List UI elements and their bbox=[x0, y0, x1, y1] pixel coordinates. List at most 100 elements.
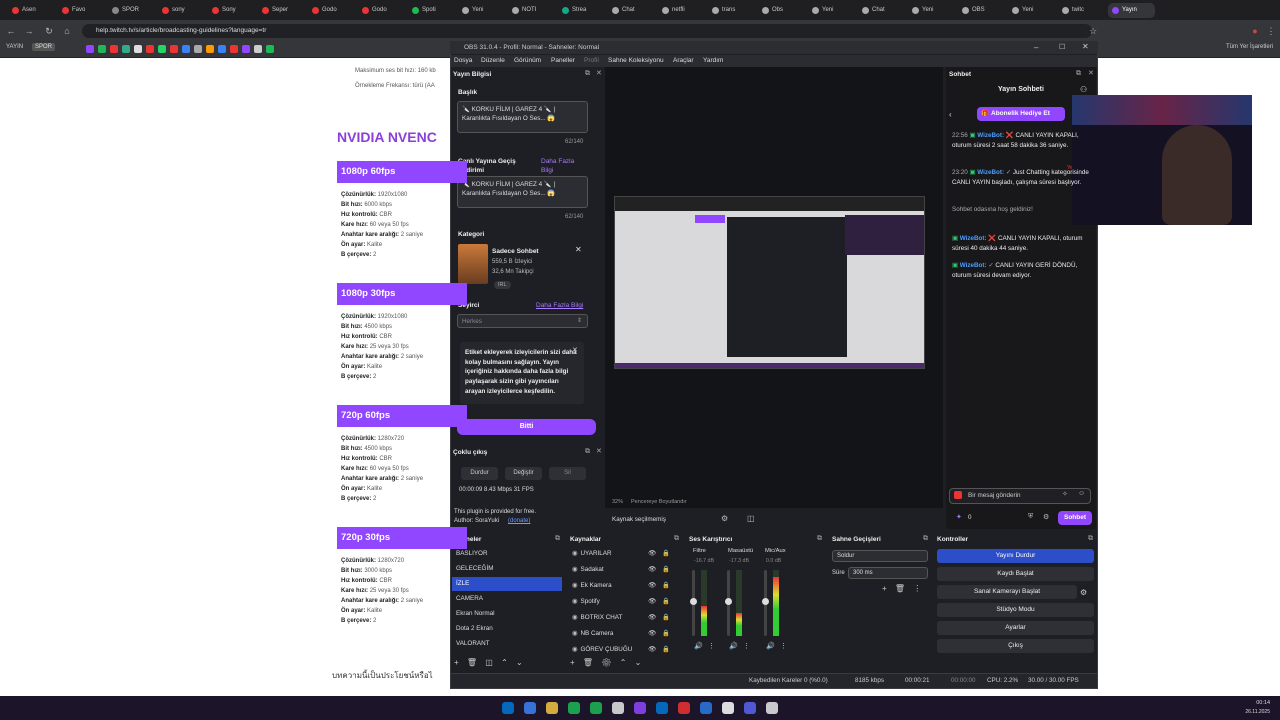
bookmark-icon[interactable] bbox=[182, 45, 190, 53]
browser-tab[interactable]: Chat bbox=[608, 3, 655, 18]
scene-item[interactable]: BASLIYOR bbox=[452, 547, 562, 561]
add-icon[interactable]: + bbox=[882, 584, 887, 593]
bookmark-icon[interactable] bbox=[230, 45, 238, 53]
scene-item[interactable]: CAMERA bbox=[452, 592, 562, 606]
dock-float-icon[interactable]: ⧉ bbox=[817, 535, 823, 542]
browser-tab[interactable]: Godo bbox=[308, 3, 355, 18]
audience-more-info-link[interactable]: Daha Fazla Bilgi bbox=[536, 302, 583, 309]
trash-icon[interactable]: 🗑 bbox=[583, 658, 593, 667]
source-item[interactable]: ◉ Sadakat 👁 🔒 bbox=[568, 563, 682, 577]
bookmark-icon[interactable] bbox=[98, 45, 106, 53]
dock-float-icon[interactable]: ⧉ bbox=[585, 70, 591, 77]
lock-icon[interactable]: 🔒 bbox=[662, 579, 670, 593]
menu-görünüm[interactable]: Görünüm bbox=[514, 57, 541, 64]
dock-close-icon[interactable]: ✕ bbox=[596, 70, 602, 77]
forward-icon[interactable]: → bbox=[22, 24, 36, 38]
taskbar-app-icon[interactable] bbox=[722, 702, 734, 714]
address-bar[interactable]: help.twitch.tv/s/article/broadcasting-gu… bbox=[82, 24, 1092, 38]
menu-dosya[interactable]: Dosya bbox=[454, 57, 472, 64]
bookmark-icon[interactable] bbox=[122, 45, 130, 53]
scene-item[interactable]: İZLE bbox=[452, 577, 562, 591]
source-item[interactable]: ◉ UYARILAR 👁 🔒 bbox=[568, 547, 682, 561]
tip-close-icon[interactable]: ✕ bbox=[572, 346, 578, 354]
edit-output-button[interactable]: Değiştir bbox=[505, 467, 542, 480]
volume-slider-handle[interactable] bbox=[725, 598, 732, 605]
trash-icon[interactable]: 🗑 bbox=[895, 584, 905, 593]
done-button[interactable]: Bitti bbox=[457, 419, 596, 435]
maximize-icon[interactable]: ☐ bbox=[1059, 43, 1065, 51]
dock-float-icon[interactable]: ⧉ bbox=[1088, 535, 1094, 542]
move-down-icon[interactable]: ⌄ bbox=[635, 658, 642, 667]
source-item[interactable]: ◉ NB Camera 👁 🔒 bbox=[568, 627, 682, 641]
control-button-4[interactable]: Ayarlar bbox=[937, 621, 1094, 635]
shield-icon[interactable]: ⛨ bbox=[1028, 513, 1033, 521]
lock-icon[interactable]: 🔒 bbox=[662, 627, 670, 641]
browser-tab[interactable]: Godo bbox=[358, 3, 405, 18]
browser-tab[interactable]: twitc bbox=[1058, 3, 1105, 18]
browser-tab[interactable]: sony bbox=[158, 3, 205, 18]
donate-link[interactable]: (donate) bbox=[508, 518, 530, 524]
golive-more-info-link[interactable]: Daha Fazla Bilgi bbox=[541, 157, 586, 175]
eye-icon[interactable]: 👁 bbox=[648, 547, 656, 561]
browser-tab[interactable]: Yayın bbox=[1108, 3, 1155, 18]
chat-users-icon[interactable]: ⚇ bbox=[1080, 85, 1087, 94]
delete-output-button[interactable]: Sil bbox=[549, 467, 586, 480]
browser-tab[interactable]: Sony bbox=[208, 3, 255, 18]
browser-tab[interactable]: Strea bbox=[558, 3, 605, 18]
move-up-icon[interactable]: ⌃ bbox=[501, 658, 508, 667]
lock-icon[interactable]: 🔒 bbox=[662, 547, 670, 561]
bits-icon[interactable]: ✧ bbox=[1062, 490, 1068, 498]
bookmark-icon[interactable] bbox=[266, 45, 274, 53]
browser-tab[interactable]: Yeni bbox=[1008, 3, 1055, 18]
dock-float-icon[interactable]: ⧉ bbox=[585, 448, 591, 455]
browser-tab[interactable]: Yeni bbox=[908, 3, 955, 18]
close-icon[interactable]: ✕ bbox=[1082, 42, 1089, 51]
bookmark-icon[interactable] bbox=[134, 45, 142, 53]
taskbar-app-icon[interactable] bbox=[744, 702, 756, 714]
properties-gear-icon[interactable]: ⚙ bbox=[721, 514, 728, 523]
browser-tab[interactable]: trans bbox=[708, 3, 755, 18]
channel-menu-icon[interactable]: ⋮ bbox=[708, 642, 715, 650]
chat-settings-icon[interactable]: ⚙ bbox=[1043, 513, 1049, 521]
bookmark-icon[interactable] bbox=[170, 45, 178, 53]
eye-icon[interactable]: 👁 bbox=[648, 595, 656, 609]
dock-close-icon[interactable]: ✕ bbox=[596, 448, 602, 455]
browser-tab[interactable]: OBS bbox=[958, 3, 1005, 18]
browser-tab[interactable]: Obs bbox=[758, 3, 805, 18]
bookmark-icon[interactable] bbox=[110, 45, 118, 53]
chat-send-button[interactable]: Sohbet bbox=[1058, 511, 1092, 525]
taskbar-app-icon[interactable] bbox=[634, 702, 646, 714]
control-button-2[interactable]: Sanal Kamerayı Başlat bbox=[937, 585, 1077, 599]
bookmark-icon[interactable] bbox=[86, 45, 94, 53]
taskbar-app-icon[interactable] bbox=[502, 702, 514, 714]
eye-icon[interactable]: 👁 bbox=[648, 579, 656, 593]
filter-icon[interactable]: ◫ bbox=[485, 658, 493, 667]
all-bookmarks[interactable]: Tüm Yer İşaretleri bbox=[1226, 44, 1273, 50]
volume-slider-handle[interactable] bbox=[690, 598, 697, 605]
volume-slider-handle[interactable] bbox=[762, 598, 769, 605]
chevron-left-icon[interactable]: ‹ bbox=[949, 110, 952, 119]
browser-tab[interactable]: Yeni bbox=[458, 3, 505, 18]
reload-icon[interactable]: ↻ bbox=[42, 24, 56, 38]
scene-item[interactable]: Dota 2 Ekran bbox=[452, 622, 562, 636]
gift-sub-button[interactable]: 🎁 Abonelik Hediye Et bbox=[977, 107, 1065, 121]
taskbar-app-icon[interactable] bbox=[612, 702, 624, 714]
speaker-icon[interactable]: 🔊 bbox=[766, 642, 775, 650]
channel-menu-icon[interactable]: ⋮ bbox=[780, 642, 787, 650]
taskbar-app-icon[interactable] bbox=[700, 702, 712, 714]
preview-fit-select[interactable]: Pencereye Boyutlandır bbox=[631, 499, 687, 505]
browser-tab[interactable]: NOTI bbox=[508, 3, 555, 18]
minimize-icon[interactable]: – bbox=[1034, 43, 1038, 52]
browser-menu-icon[interactable]: ⋮ bbox=[1264, 24, 1278, 38]
channel-points-icon[interactable]: ✦ bbox=[956, 513, 962, 521]
lock-icon[interactable]: 🔒 bbox=[662, 595, 670, 609]
add-icon[interactable]: + bbox=[570, 658, 575, 667]
menu-araçlar[interactable]: Araçlar bbox=[673, 57, 694, 64]
control-button-5[interactable]: Çıkış bbox=[937, 639, 1094, 653]
browser-tab[interactable]: Spoti bbox=[408, 3, 455, 18]
menu-paneller[interactable]: Paneller bbox=[551, 57, 575, 64]
taskbar-app-icon[interactable] bbox=[678, 702, 690, 714]
source-item[interactable]: ◉ Spotify 👁 🔒 bbox=[568, 595, 682, 609]
browser-tab[interactable]: Yeni bbox=[808, 3, 855, 18]
lock-icon[interactable]: 🔒 bbox=[662, 643, 670, 657]
